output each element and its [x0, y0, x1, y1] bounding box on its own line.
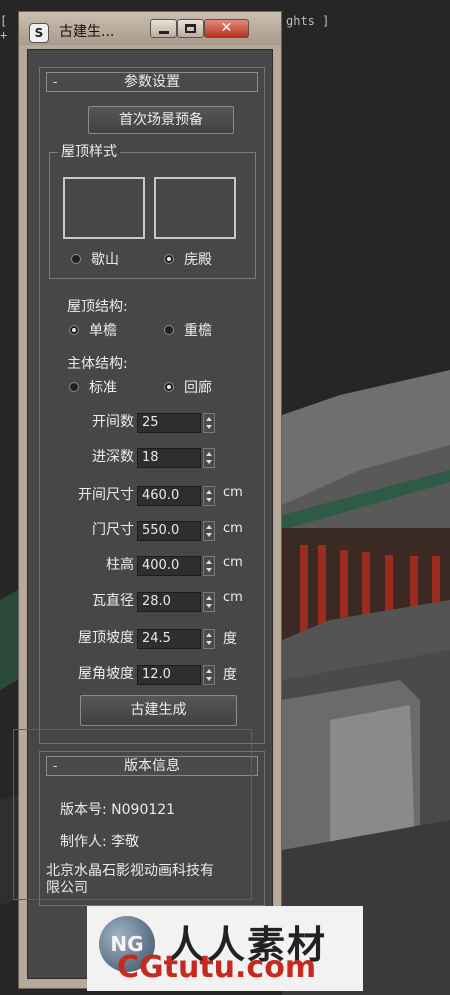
radio-label: 歇山 — [91, 252, 119, 268]
spinner-roof-slope[interactable]: 24.5 — [137, 629, 219, 649]
radio-dot — [69, 382, 79, 392]
spinner-arrows[interactable] — [203, 592, 215, 612]
viewport-label[interactable]: ghts ] — [286, 14, 329, 28]
arrow-up-icon — [206, 417, 212, 421]
spinner-input[interactable]: 28.0 — [137, 592, 201, 612]
radio-xieshan[interactable]: 歇山 — [71, 251, 141, 269]
close-icon: ✕ — [220, 20, 233, 36]
spinner-arrows[interactable] — [203, 486, 215, 506]
radio-dot — [69, 325, 79, 335]
spinner-bays[interactable]: 25 — [137, 413, 219, 433]
spinner-input[interactable]: 400.0 — [137, 556, 201, 576]
spinner-column-height[interactable]: 400.0 — [137, 556, 219, 576]
radio-corridor[interactable]: 回廊 — [164, 379, 234, 397]
params-title: 参数设置 — [124, 74, 180, 90]
foliage-left — [0, 590, 18, 690]
radio-double-eave[interactable]: 重檐 — [164, 322, 234, 340]
minimize-icon — [159, 31, 169, 34]
unit-label: cm — [223, 521, 243, 536]
params-rollout: - 参数设置 首次场景预备 屋顶样式 歇山 庑殿 屋顶结构: 单檐 重檐 主体结… — [39, 67, 265, 744]
viewport-label-left[interactable]: [ + — [0, 14, 20, 42]
field-label-roof-slope: 屋顶坡度 — [78, 630, 134, 646]
spinner-depth[interactable]: 18 — [137, 448, 219, 468]
unit-label: 度 — [223, 631, 237, 647]
spinner-input[interactable]: 24.5 — [137, 629, 201, 649]
maximize-icon — [185, 24, 196, 33]
spinner-input[interactable]: 25 — [137, 413, 201, 433]
arrow-up-icon — [206, 560, 212, 564]
radio-label: 庑殿 — [184, 252, 212, 268]
arrow-down-icon — [206, 677, 212, 681]
arrow-down-icon — [206, 533, 212, 537]
window-title: 古建生... — [59, 24, 115, 40]
radio-dot — [164, 382, 174, 392]
field-label-tile-diameter: 瓦直径 — [92, 593, 134, 609]
arrow-down-icon — [206, 604, 212, 608]
radio-label: 单檐 — [89, 323, 117, 339]
unit-label: cm — [223, 590, 243, 605]
spinner-corner-slope[interactable]: 12.0 — [137, 665, 219, 685]
spinner-input[interactable]: 18 — [137, 448, 201, 468]
roof-style-group: 屋顶样式 歇山 庑殿 — [49, 143, 256, 279]
spinner-arrows[interactable] — [203, 556, 215, 576]
arrow-up-icon — [206, 490, 212, 494]
radio-label: 重檐 — [184, 323, 212, 339]
spinner-bay-size[interactable]: 460.0 — [137, 486, 219, 506]
roof-style-preview-xieshan[interactable] — [63, 177, 145, 239]
app-icon[interactable]: S — [29, 23, 49, 43]
unit-label: 度 — [223, 667, 237, 683]
maximize-button[interactable] — [177, 19, 204, 38]
preview-scene-button[interactable]: 首次场景预备 — [88, 106, 234, 134]
field-label-corner-slope: 屋角坡度 — [78, 666, 134, 682]
arrow-down-icon — [206, 641, 212, 645]
radio-single-eave[interactable]: 单檐 — [69, 322, 139, 340]
spinner-arrows[interactable] — [203, 448, 215, 468]
minimize-button[interactable] — [150, 19, 177, 38]
unit-label: cm — [223, 485, 243, 500]
field-label-column-height: 柱高 — [106, 557, 134, 573]
unit-label: cm — [223, 555, 243, 570]
generate-button[interactable]: 古建生成 — [80, 695, 237, 726]
radio-dot — [71, 254, 81, 264]
spinner-arrows[interactable] — [203, 521, 215, 541]
field-label-door-size: 门尺寸 — [92, 522, 134, 538]
field-label-depth: 进深数 — [92, 449, 134, 465]
radio-dot — [164, 325, 174, 335]
main-structure-label: 主体结构: — [67, 356, 128, 372]
highlight-box — [13, 729, 252, 900]
spinner-arrows[interactable] — [203, 629, 215, 649]
arrow-down-icon — [206, 425, 212, 429]
roof-structure-label: 屋顶结构: — [67, 299, 128, 315]
spinner-input[interactable]: 460.0 — [137, 486, 201, 506]
arrow-down-icon — [206, 498, 212, 502]
radio-wudian[interactable]: 庑殿 — [164, 251, 234, 269]
spinner-tile-diameter[interactable]: 28.0 — [137, 592, 219, 612]
roof-style-preview-wudian[interactable] — [154, 177, 236, 239]
spinner-input[interactable]: 12.0 — [137, 665, 201, 685]
radio-dot — [164, 254, 174, 264]
arrow-up-icon — [206, 596, 212, 600]
banner-url: CGtutu.com — [117, 950, 317, 985]
spinner-arrows[interactable] — [203, 413, 215, 433]
roof-style-caption: 屋顶样式 — [58, 143, 120, 161]
spinner-door-size[interactable]: 550.0 — [137, 521, 219, 541]
watermark-banner: NG 人人素材 CGtutu.com — [87, 906, 363, 991]
arrow-down-icon — [206, 568, 212, 572]
spinner-arrows[interactable] — [203, 665, 215, 685]
radio-label: 回廊 — [184, 380, 212, 396]
arrow-up-icon — [206, 452, 212, 456]
params-rollout-header[interactable]: - 参数设置 — [46, 72, 258, 92]
arrow-down-icon — [206, 460, 212, 464]
radio-label: 标准 — [89, 380, 117, 396]
spinner-input[interactable]: 550.0 — [137, 521, 201, 541]
title-bar[interactable]: S 古建生... ✕ — [19, 12, 281, 45]
arrow-up-icon — [206, 633, 212, 637]
field-label-bays: 开间数 — [92, 414, 134, 430]
field-label-bay-size: 开间尺寸 — [78, 487, 134, 503]
radio-standard[interactable]: 标准 — [69, 379, 139, 397]
arrow-up-icon — [206, 669, 212, 673]
close-button[interactable]: ✕ — [204, 19, 249, 38]
arrow-up-icon — [206, 525, 212, 529]
